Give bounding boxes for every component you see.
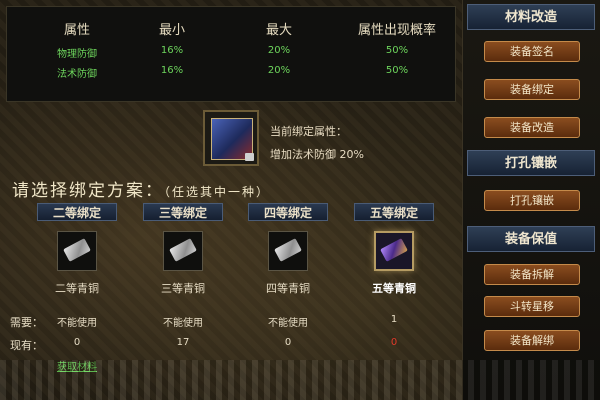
equip-dismantle-button[interactable]: 装备拆解 (484, 264, 580, 285)
attribute-min: 16% (160, 65, 184, 76)
current-binding-label: 当前绑定属性： (270, 125, 347, 138)
material-need: 1 (390, 314, 398, 325)
header-probability: 属性出现概率 (357, 23, 436, 38)
section-title-preserve: 装备保值 (467, 226, 595, 252)
attribute-name: 法术防御 (57, 69, 97, 80)
section-title-material-modify: 材料改造 (467, 4, 595, 30)
transfer-button[interactable]: 斗转星移 (484, 296, 580, 317)
equip-bind-button[interactable]: 装备绑定 (484, 79, 580, 100)
material-need: 不能使用 (268, 318, 308, 329)
silver-ingot-icon (63, 238, 91, 262)
tier-option-3[interactable]: 三等绑定 三等青铜 不能使用 17 (143, 203, 223, 348)
material-name: 二等青铜 (55, 282, 99, 295)
equip-unbind-button[interactable]: 装备解绑 (484, 330, 580, 351)
purple-crystal-icon (380, 238, 408, 262)
material-need: 不能使用 (57, 318, 97, 329)
tier-header: 四等绑定 (248, 203, 328, 221)
tier-option-5[interactable]: 五等绑定 五等青铜 1 0 (354, 203, 434, 348)
tier-header: 五等绑定 (354, 203, 434, 221)
attribute-min: 16% (160, 45, 184, 56)
attribute-max: 20% (267, 45, 291, 56)
attribute-row: 法术防御 16% 20% 50% (7, 65, 455, 83)
equip-sign-button[interactable]: 装备签名 (484, 41, 580, 62)
choose-binding-title: 请选择绑定方案：（任选其中一种） (12, 176, 270, 201)
material-have: 17 (176, 337, 190, 348)
material-slot[interactable] (163, 231, 203, 271)
attribute-name: 物理防御 (57, 49, 97, 60)
header-attribute: 属性 (63, 23, 90, 38)
tier-header: 二等绑定 (37, 203, 117, 221)
material-name: 三等青铜 (161, 282, 205, 295)
need-label: 需要： (10, 316, 43, 329)
tier-option-2[interactable]: 二等绑定 二等青铜 不能使用 0 (37, 203, 117, 348)
material-need: 不能使用 (163, 318, 203, 329)
material-have: 0 (390, 337, 398, 348)
header-max: 最大 (265, 23, 292, 38)
current-binding-value: 增加法术防御 20% (270, 148, 364, 161)
choose-title-sub: （任选其中一种） (164, 185, 271, 199)
get-material-link[interactable]: 获取材料 (57, 358, 97, 373)
attribute-probability: 50% (385, 65, 409, 76)
attribute-table-header: 属性 最小 最大 属性出现概率 (7, 19, 455, 38)
equip-modify-button[interactable]: 装备改造 (484, 117, 580, 138)
material-name: 五等青铜 (372, 282, 416, 295)
section-title-socket: 打孔镶嵌 (467, 150, 595, 176)
main-panel: 属性 最小 最大 属性出现概率 物理防御 16% 20% 50% 法术防御 16… (0, 0, 462, 400)
material-slot[interactable] (57, 231, 97, 271)
lock-icon (245, 153, 254, 161)
have-label: 现有： (10, 339, 43, 352)
socket-button[interactable]: 打孔镶嵌 (484, 190, 580, 211)
tier-header: 三等绑定 (143, 203, 223, 221)
silver-ingot-icon (274, 238, 302, 262)
attribute-table: 属性 最小 最大 属性出现概率 物理防御 16% 20% 50% 法术防御 16… (6, 6, 456, 102)
attribute-probability: 50% (385, 45, 409, 56)
material-slot[interactable] (268, 231, 308, 271)
tier-option-4[interactable]: 四等绑定 四等青铜 不能使用 0 (248, 203, 328, 348)
sidebar: 材料改造 装备签名 装备绑定 装备改造 打孔镶嵌 打孔镶嵌 装备保值 装备拆解 … (462, 0, 600, 400)
silver-ingot-icon (169, 238, 197, 262)
material-have: 0 (284, 337, 292, 348)
attribute-max: 20% (267, 65, 291, 76)
material-slot[interactable] (374, 231, 414, 271)
material-name: 四等青铜 (266, 282, 310, 295)
equipment-slot[interactable] (203, 110, 259, 166)
header-min: 最小 (158, 23, 185, 38)
material-have: 0 (73, 337, 81, 348)
attribute-row: 物理防御 16% 20% 50% (7, 45, 455, 63)
choose-title-main: 请选择绑定方案： (12, 181, 164, 201)
